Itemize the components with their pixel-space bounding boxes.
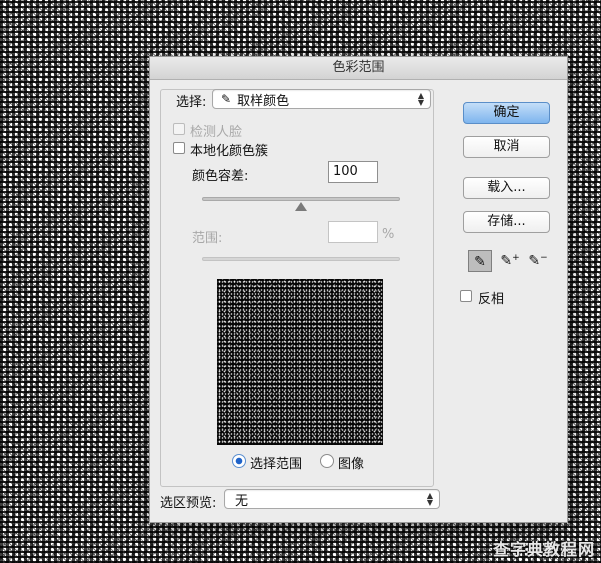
localized-clusters-label: 本地化颜色簇 xyxy=(190,144,269,159)
chevron-updown-icon: ▲ ▼ xyxy=(417,91,424,107)
range-label: 范围: xyxy=(192,231,223,246)
detect-faces-label: 检测人脸 xyxy=(190,125,243,140)
localized-clusters-checkbox[interactable] xyxy=(173,142,185,154)
range-input[interactable] xyxy=(328,221,378,243)
cancel-button[interactable]: 取消 xyxy=(463,136,550,158)
select-dropdown[interactable]: ✎ 取样颜色 ▲ ▼ xyxy=(212,89,431,109)
fuzziness-label: 颜色容差: xyxy=(192,169,249,184)
selection-preview-value: 无 xyxy=(235,493,249,509)
save-button[interactable]: 存储... xyxy=(463,211,550,233)
fuzziness-input[interactable]: 100 xyxy=(328,161,378,183)
detect-faces-checkbox[interactable] xyxy=(173,123,185,135)
watermark-text: 查字典教程网 xyxy=(492,540,595,559)
select-label: 选择: xyxy=(176,95,207,110)
fuzziness-slider[interactable] xyxy=(202,197,400,201)
selection-preview-label: 选区预览: xyxy=(160,496,217,511)
image-radio-label: 图像 xyxy=(338,457,365,472)
selection-preview-image xyxy=(217,279,383,445)
color-range-dialog: 色彩范围 选择: ✎ 取样颜色 ▲ ▼ 检测人脸 本地化颜色簇 颜色容差: 100… xyxy=(149,56,568,523)
selection-radio-label: 选择范围 xyxy=(250,457,303,472)
eyedropper-icon[interactable]: ✎ xyxy=(468,250,492,272)
load-button[interactable]: 载入... xyxy=(463,177,550,199)
selection-radio[interactable] xyxy=(232,454,246,468)
range-slider[interactable] xyxy=(202,257,400,261)
ok-button[interactable]: 确定 xyxy=(463,102,550,124)
invert-label: 反相 xyxy=(478,292,505,307)
image-radio[interactable] xyxy=(320,454,334,468)
eyedropper-plus-icon[interactable]: ✎+ xyxy=(498,250,522,272)
selection-preview-dropdown[interactable]: 无 ▲ ▼ xyxy=(224,489,440,509)
fuzziness-slider-thumb[interactable] xyxy=(295,202,307,211)
dialog-title: 色彩范围 xyxy=(150,57,567,80)
range-unit: % xyxy=(382,227,395,242)
select-value: 取样颜色 xyxy=(237,93,290,109)
invert-checkbox[interactable] xyxy=(460,290,472,302)
eyedropper-icon: ✎ xyxy=(221,92,232,106)
chevron-updown-icon: ▲ ▼ xyxy=(426,491,433,507)
eyedropper-minus-icon[interactable]: ✎− xyxy=(526,250,550,272)
